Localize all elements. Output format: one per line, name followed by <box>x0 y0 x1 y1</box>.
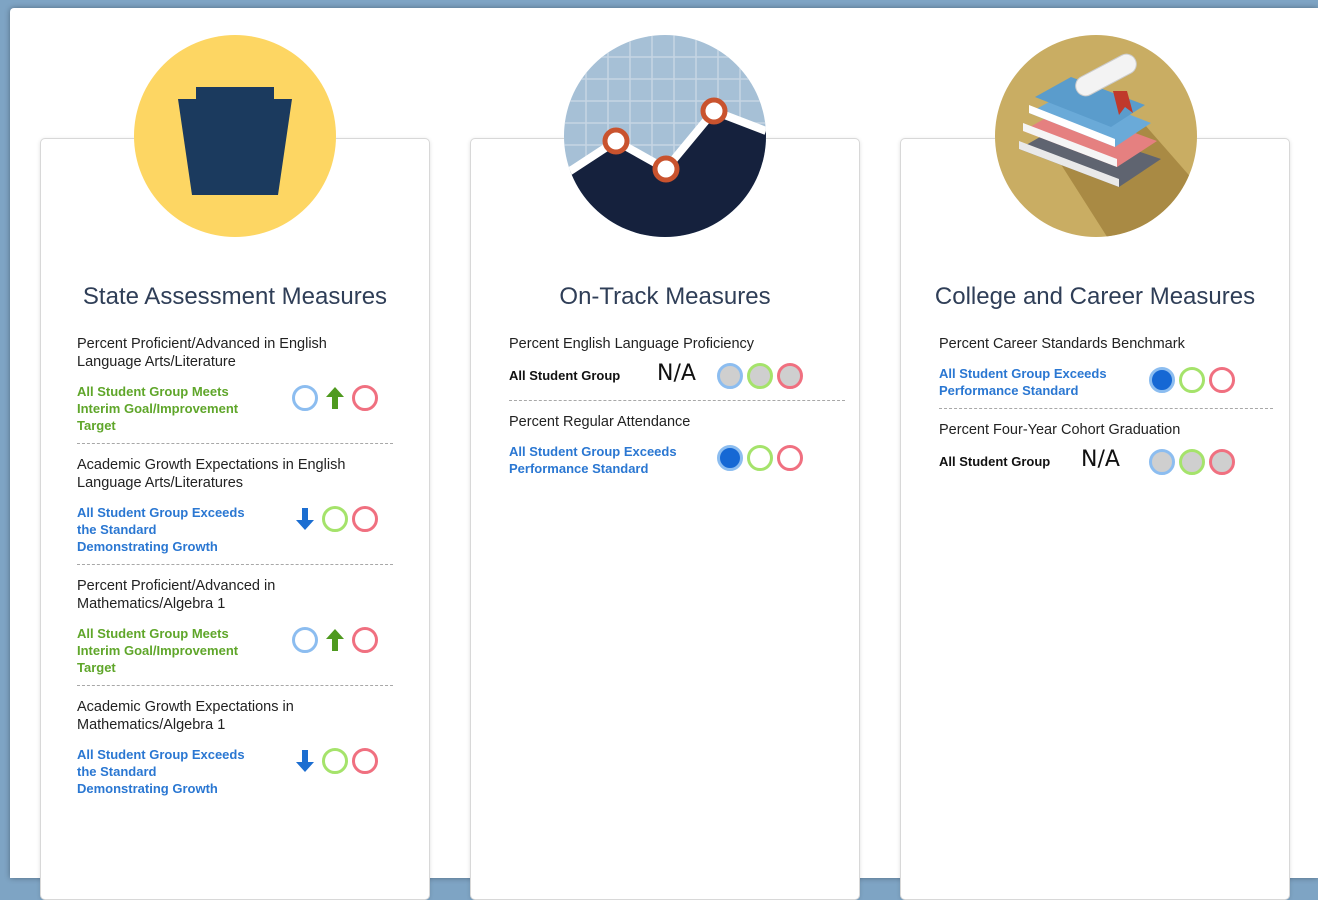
up-arrow-icon <box>322 385 348 411</box>
down-arrow-icon <box>292 506 318 532</box>
group-status: All Student Group Meets Interim Goal/Imp… <box>77 626 239 675</box>
does-not-meet-circle-icon <box>777 445 803 471</box>
meets-circle-icon <box>1179 449 1205 475</box>
measure-item: Percent Proficient/Advanced in Mathemati… <box>77 577 393 686</box>
measure-item: Percent Career Standards Benchmark All S… <box>939 335 1273 409</box>
card-title: State Assessment Measures <box>82 283 388 310</box>
measure-item: Percent Regular Attendance All Student G… <box>509 413 845 486</box>
meets-circle-icon <box>322 748 348 774</box>
measure-name: Percent Career Standards Benchmark <box>939 336 1185 352</box>
indicator-group <box>292 506 378 532</box>
indicator-group <box>292 385 378 411</box>
group-status: All Student Group <box>509 368 621 383</box>
indicator-group <box>292 748 378 774</box>
card-title: College and Career Measures <box>934 283 1256 310</box>
group-status: All Student Group Exceeds Performance St… <box>509 444 677 476</box>
not-available-label: N/A <box>657 361 696 386</box>
up-arrow-icon <box>322 627 348 653</box>
exceeds-circle-icon <box>717 363 743 389</box>
indicator-group <box>717 445 803 471</box>
group-status: All Student Group Exceeds Performance St… <box>939 366 1107 398</box>
does-not-meet-circle-icon <box>1209 449 1235 475</box>
exceeds-circle-icon <box>292 627 318 653</box>
indicator-group <box>1149 367 1235 393</box>
down-arrow-icon <box>292 748 318 774</box>
group-status: All Student Group Meets Interim Goal/Imp… <box>77 384 239 433</box>
measure-name: Academic Growth Expectations in English … <box>77 457 346 491</box>
dashboard-frame: State Assessment Measures Percent Profic… <box>10 8 1318 900</box>
indicator-group <box>717 363 803 389</box>
measures-list: Percent Proficient/Advanced in English L… <box>77 335 393 818</box>
group-status: All Student Group Exceeds the Standard D… <box>77 747 245 796</box>
line-chart-icon <box>564 35 766 237</box>
meets-circle-icon <box>1179 367 1205 393</box>
indicator-group <box>1149 449 1235 475</box>
measures-list: Percent Career Standards Benchmark All S… <box>939 335 1273 498</box>
measure-name: Percent English Language Proficiency <box>509 336 755 352</box>
keystone-icon <box>134 35 336 237</box>
college-career-card: College and Career Measures Percent Care… <box>900 138 1290 900</box>
exceeds-circle-icon <box>1149 367 1175 393</box>
meets-circle-icon <box>747 363 773 389</box>
not-available-label: N/A <box>1081 447 1120 472</box>
state-assessment-card: State Assessment Measures Percent Profic… <box>40 138 430 900</box>
measures-list: Percent English Language Proficiency All… <box>509 335 845 498</box>
measure-item: Percent Four-Year Cohort Graduation All … <box>939 421 1273 486</box>
measure-item: Academic Growth Expectations in Mathemat… <box>77 698 393 806</box>
indicator-group <box>292 627 378 653</box>
meets-circle-icon <box>747 445 773 471</box>
measure-name: Percent Regular Attendance <box>509 414 691 430</box>
exceeds-circle-icon <box>717 445 743 471</box>
exceeds-circle-icon <box>1149 449 1175 475</box>
measure-name: Percent Proficient/Advanced in English L… <box>77 336 327 370</box>
does-not-meet-circle-icon <box>352 748 378 774</box>
does-not-meet-circle-icon <box>352 627 378 653</box>
measure-name: Percent Four-Year Cohort Graduation <box>939 422 1181 438</box>
card-title: On-Track Measures <box>559 283 771 310</box>
does-not-meet-circle-icon <box>777 363 803 389</box>
measure-item: Percent English Language Proficiency All… <box>509 335 845 401</box>
measure-name: Academic Growth Expectations in Mathemat… <box>77 699 294 733</box>
measure-item: Academic Growth Expectations in English … <box>77 456 393 565</box>
does-not-meet-circle-icon <box>1209 367 1235 393</box>
measure-name: Percent Proficient/Advanced in Mathemati… <box>77 578 276 612</box>
group-status: All Student Group Exceeds the Standard D… <box>77 505 245 554</box>
meets-circle-icon <box>322 506 348 532</box>
exceeds-circle-icon <box>292 385 318 411</box>
books-diploma-icon <box>995 35 1197 237</box>
does-not-meet-circle-icon <box>352 506 378 532</box>
measure-item: Percent Proficient/Advanced in English L… <box>77 335 393 444</box>
on-track-card: On-Track Measures Percent English Langua… <box>470 138 860 900</box>
does-not-meet-circle-icon <box>352 385 378 411</box>
